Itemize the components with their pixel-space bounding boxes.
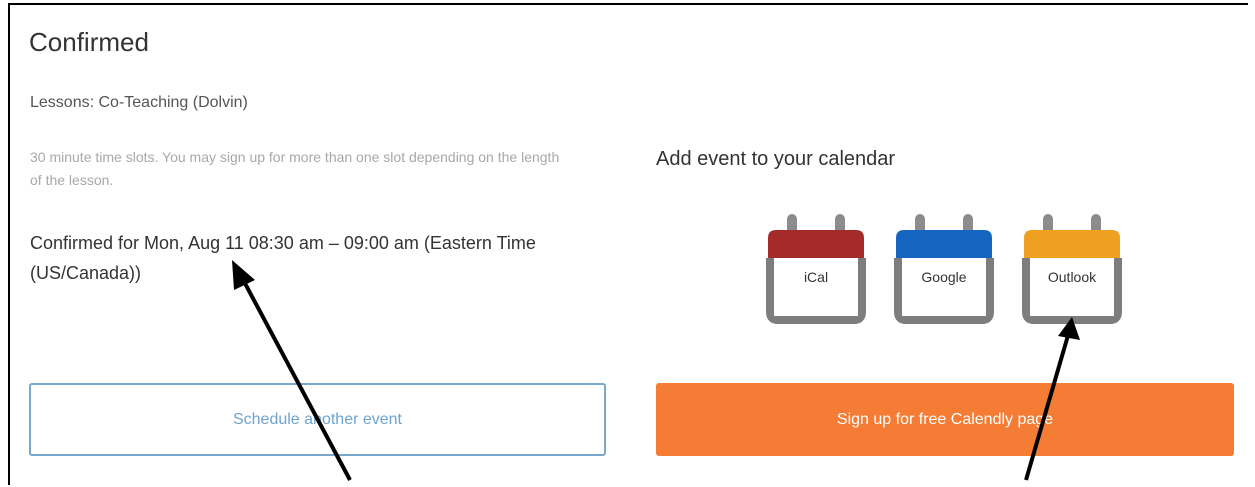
page-title: Confirmed bbox=[29, 27, 149, 57]
confirmation-details: Confirmed for Mon, Aug 11 08:30 am – 09:… bbox=[30, 233, 536, 283]
outlook-label: Outlook bbox=[1047, 269, 1097, 285]
google-label: Google bbox=[921, 269, 967, 285]
outlook-calendar-button[interactable]: Outlook bbox=[1022, 214, 1122, 324]
event-description: 30 minute time slots. You may sign up fo… bbox=[30, 149, 560, 188]
calendar-header bbox=[768, 230, 864, 258]
ical-calendar-button[interactable]: iCal bbox=[766, 214, 866, 324]
signup-calendly-label: Sign up for free Calendly page bbox=[836, 410, 1054, 428]
ical-label: iCal bbox=[803, 269, 829, 285]
calendar-page bbox=[902, 258, 986, 316]
calendar-page bbox=[774, 258, 858, 316]
google-calendar-button[interactable]: Google bbox=[894, 214, 994, 324]
signup-calendly-button[interactable]: Sign up for free Calendly page bbox=[656, 383, 1234, 456]
lesson-name: Lessons: Co-Teaching (Dolvin) bbox=[30, 94, 248, 111]
schedule-another-event-button[interactable]: Schedule another event bbox=[29, 383, 606, 456]
schedule-another-event-label: Schedule another event bbox=[232, 410, 402, 428]
add-to-calendar-heading: Add event to your calendar bbox=[656, 148, 896, 170]
calendar-page bbox=[1030, 258, 1114, 316]
calendar-header bbox=[896, 230, 992, 258]
calendar-header bbox=[1024, 230, 1120, 258]
